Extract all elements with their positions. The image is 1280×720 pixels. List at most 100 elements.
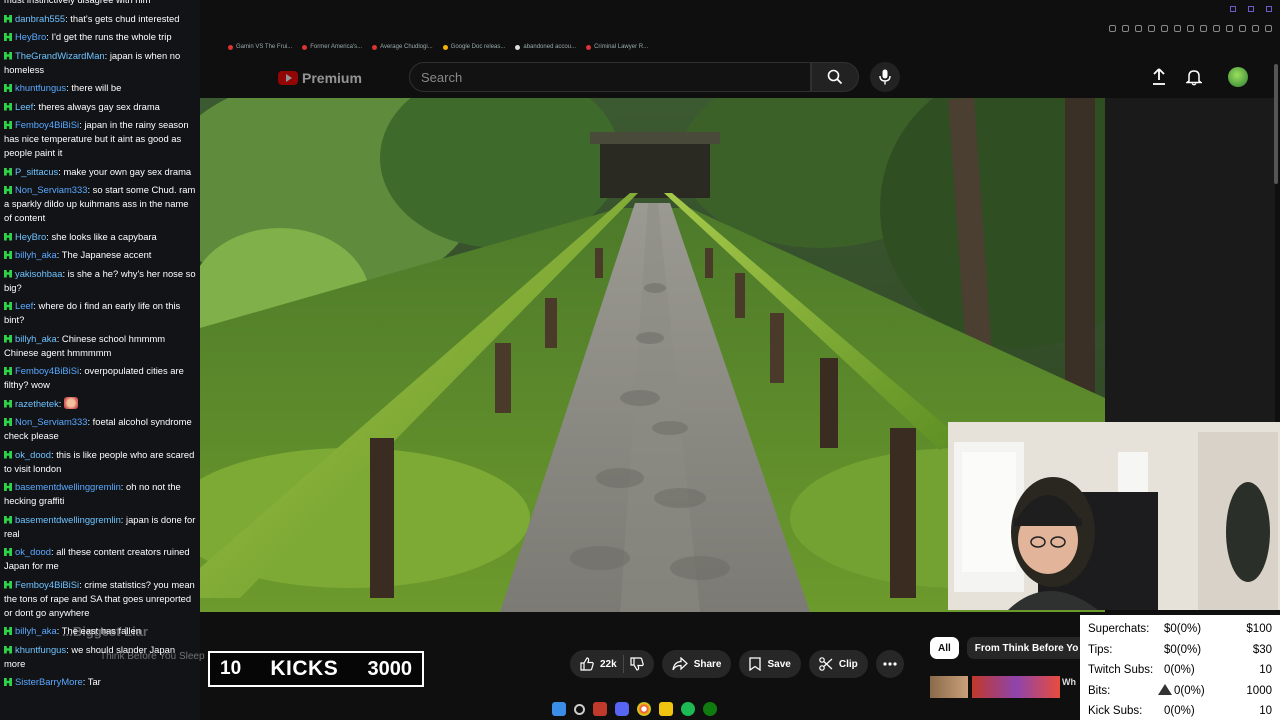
voice-search-button[interactable] <box>870 62 900 92</box>
chat-username[interactable]: P_sittacus <box>15 166 58 177</box>
page-scrollbar[interactable] <box>1274 64 1278 184</box>
kick-badge-icon <box>4 627 12 635</box>
chat-username[interactable]: billyh_aka <box>15 333 57 344</box>
chip-from-channel[interactable]: From Think Before Yo <box>966 637 1087 659</box>
stat-row-tips: Tips: $0(0%) $30 <box>1088 643 1272 656</box>
upload-icon <box>1153 68 1165 85</box>
app-icon[interactable] <box>593 702 607 716</box>
bookmark-item[interactable]: Criminal Lawyer R... <box>586 40 648 54</box>
thumbs-up-icon[interactable] <box>580 657 594 671</box>
bookmark-item[interactable]: Average Chudlogi... <box>372 40 433 54</box>
like-count[interactable]: 22k <box>600 659 617 670</box>
bookmark-item[interactable]: Former America's... <box>302 40 362 54</box>
chat-username[interactable]: SisterBarryMore <box>15 676 83 687</box>
menu-icon[interactable] <box>1265 25 1272 32</box>
chat-username[interactable]: Femboy4BiBiSi <box>15 365 79 376</box>
stat-row-twitch-subs: Twitch Subs: 0(0%) 10 <box>1088 664 1272 677</box>
save-button[interactable]: Save <box>739 650 801 678</box>
taskbar <box>552 699 717 719</box>
chat-username[interactable]: Femboy4BiBiSi <box>15 119 79 130</box>
maximize-icon[interactable] <box>1248 6 1254 12</box>
mic-icon <box>879 69 891 85</box>
search-input[interactable] <box>421 69 810 85</box>
related-video-thumbnails <box>930 676 1060 698</box>
download-icon[interactable] <box>1239 25 1246 32</box>
bookmark-icon[interactable] <box>1174 25 1181 32</box>
account-avatar[interactable] <box>1228 67 1248 87</box>
kick-badge-icon <box>4 678 12 686</box>
chat-username[interactable]: TheGrandWizardMan <box>15 50 105 61</box>
search-taskbar-icon[interactable] <box>574 703 585 715</box>
notifications-button[interactable] <box>1183 66 1205 88</box>
chat-username[interactable]: Leef <box>15 300 33 311</box>
zoom-icon[interactable] <box>1109 25 1116 32</box>
emote-icon <box>64 396 78 409</box>
shield-icon[interactable] <box>1148 25 1155 32</box>
chat-username[interactable]: Femboy4BiBiSi <box>15 579 79 590</box>
kicks-label: KICKS <box>270 657 339 680</box>
profile-icon[interactable] <box>1252 25 1259 32</box>
related-thumbnail[interactable] <box>972 676 1060 698</box>
bookmark-item[interactable]: Google Doc releas... <box>442 40 505 54</box>
chat-username[interactable]: yakisohbaa <box>15 268 62 279</box>
chat-username[interactable]: basementdwellinggremlin <box>15 481 121 492</box>
heart-icon[interactable] <box>1187 25 1194 32</box>
video-actions: 22k Share Save Clip <box>570 650 904 678</box>
chat-username[interactable]: khuntfungus <box>15 644 66 655</box>
chat-message: SisterBarryMore: Tar <box>4 675 196 689</box>
bookmark-item[interactable]: abandoned accou... <box>515 40 576 54</box>
bookmark-item[interactable]: Gamin VS The Frui... <box>228 40 292 54</box>
upload-button[interactable] <box>1148 66 1170 88</box>
xbox-icon[interactable] <box>703 702 717 716</box>
discord-icon[interactable] <box>615 702 629 716</box>
pin-icon[interactable] <box>1122 25 1129 32</box>
search-button[interactable] <box>811 62 859 92</box>
kick-badge-icon <box>4 251 12 259</box>
chat-username[interactable]: ok_dood <box>15 546 51 557</box>
chat-text: that's gets chud interested <box>70 12 180 24</box>
chat-text: I'd get the runs the whole trip <box>51 31 172 42</box>
tab-icon[interactable] <box>1135 25 1142 32</box>
start-icon[interactable] <box>552 702 566 716</box>
folder-icon[interactable] <box>659 702 673 716</box>
chat-text: theres always gay sex drama <box>38 100 160 112</box>
screen: Gamin VS The Frui... Former America's...… <box>0 0 1280 720</box>
chat-username[interactable]: khuntfungus <box>15 82 66 93</box>
close-icon[interactable] <box>1266 6 1272 12</box>
chat-message: HeyBro: she looks like a capybara <box>4 230 196 244</box>
chat-message: Femboy4BiBiSi: overpopulated cities are … <box>4 365 184 390</box>
spotify-icon[interactable] <box>681 702 695 716</box>
search-box[interactable] <box>409 62 811 92</box>
chat-username[interactable]: billyh_aka <box>15 249 57 260</box>
settings-icon[interactable] <box>1226 25 1233 32</box>
share-button[interactable]: Share <box>661 650 732 678</box>
play-icon[interactable] <box>1161 25 1168 32</box>
chat-username[interactable]: basementdwellinggremlin <box>15 514 121 525</box>
kick-badge-icon <box>4 302 12 310</box>
youtube-logo[interactable]: Premium <box>278 70 362 86</box>
bell-icon <box>1186 70 1202 86</box>
chip-all[interactable]: All <box>930 637 959 659</box>
chat-username[interactable]: danbrah555 <box>15 13 65 24</box>
thumbs-down-icon[interactable] <box>630 657 644 671</box>
chat-username[interactable]: HeyBro <box>15 231 46 242</box>
chat-message: razethetek: <box>4 396 196 411</box>
chrome-icon[interactable] <box>637 702 651 716</box>
donation-stats-panel: Superchats: $0(0%) $100 Tips: $0(0%) $30… <box>1080 615 1280 720</box>
chat-username[interactable]: Non_Serviam333 <box>15 184 87 195</box>
chat-username[interactable]: razethetek <box>15 398 59 409</box>
chat-username[interactable]: billyh_aka <box>15 625 57 636</box>
clip-button[interactable]: Clip <box>808 650 868 678</box>
chat-username[interactable]: HeyBro <box>15 31 46 42</box>
related-video-title[interactable]: Wh <box>1062 677 1076 687</box>
extension-icon[interactable] <box>1213 25 1220 32</box>
related-thumbnail[interactable] <box>930 676 968 698</box>
chat-username[interactable]: Leef <box>15 101 33 112</box>
chat-username[interactable]: ok_dood <box>15 449 51 460</box>
kicks-goal: 3000 <box>367 657 412 680</box>
kick-badge-icon <box>4 645 12 654</box>
chat-username[interactable]: Non_Serviam333 <box>15 416 87 427</box>
minimize-icon[interactable] <box>1230 6 1236 12</box>
sound-icon[interactable] <box>1200 25 1207 32</box>
more-actions-button[interactable] <box>875 650 904 678</box>
